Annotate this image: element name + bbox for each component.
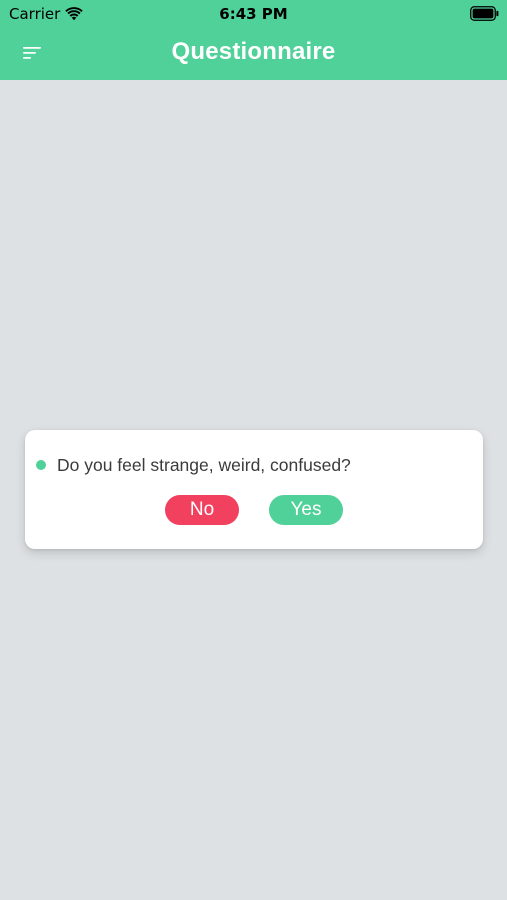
question-bullet-icon	[36, 460, 46, 470]
question-text: Do you feel strange, weird, confused?	[57, 455, 351, 475]
yes-button[interactable]: Yes	[269, 495, 343, 525]
answer-buttons: No Yes	[25, 495, 483, 525]
app-header: Carrier 6:43 PM Questionnaire	[0, 0, 507, 80]
page-title: Questionnaire	[171, 38, 336, 65]
question-row: Do you feel strange, weird, confused?	[36, 455, 351, 475]
nav-bar: Questionnaire	[0, 28, 507, 80]
status-bar: Carrier 6:43 PM	[0, 0, 507, 28]
no-button[interactable]: No	[165, 495, 239, 525]
question-card: Do you feel strange, weird, confused? No…	[25, 430, 483, 549]
status-time: 6:43 PM	[219, 5, 288, 23]
battery-icon	[470, 6, 499, 21]
